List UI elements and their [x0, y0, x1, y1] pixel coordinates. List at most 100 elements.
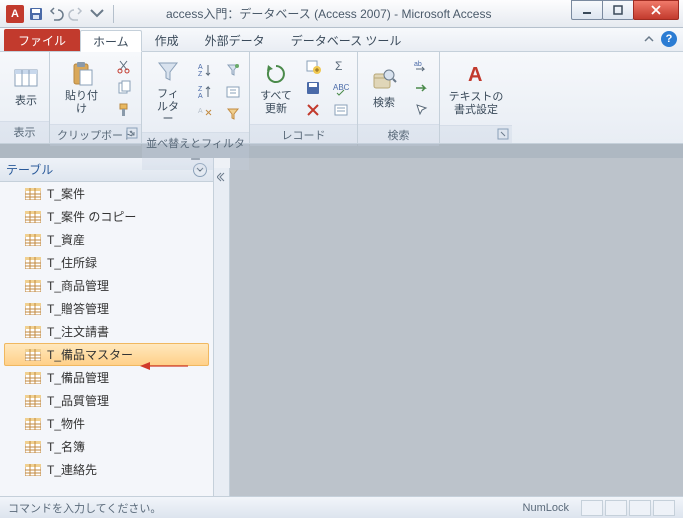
group-records: すべて 更新 Σ ABC レコード — [250, 52, 358, 143]
refresh-all-button[interactable]: すべて 更新 — [256, 58, 296, 117]
format-painter-button[interactable] — [113, 100, 135, 120]
ribbon-tabs: ファイル ホーム 作成 外部データ データベース ツール ? — [0, 28, 683, 52]
help-icon[interactable]: ? — [661, 31, 677, 47]
document-area — [230, 158, 683, 498]
table-icon — [25, 188, 41, 200]
nav-list: T_案件 T_案件 のコピー T_資産 T_住所録 T_商品管理 T_贈答管理 T_注文請書… — [0, 182, 213, 498]
paste-button[interactable]: 貼り付け — [56, 58, 107, 117]
minimize-ribbon-icon[interactable] — [643, 33, 655, 45]
nav-item[interactable]: T_資産 — [4, 228, 209, 251]
minimize-button[interactable] — [571, 0, 603, 20]
new-record-button[interactable] — [302, 56, 324, 76]
svg-text:ab: ab — [414, 61, 422, 68]
dialog-launcher-icon[interactable] — [126, 127, 138, 139]
dialog-launcher-icon[interactable] — [497, 128, 509, 140]
status-numlock: NumLock — [523, 502, 569, 514]
cut-button[interactable] — [113, 56, 135, 76]
toggle-filter-button[interactable] — [222, 104, 244, 124]
svg-text:Z: Z — [198, 86, 203, 93]
separator — [113, 5, 114, 23]
table-icon — [25, 395, 41, 407]
nav-item-label: T_商品管理 — [47, 277, 109, 294]
redo-icon[interactable] — [68, 6, 84, 22]
tab-create[interactable]: 作成 — [142, 29, 192, 51]
view-shortcut-3[interactable] — [629, 500, 651, 516]
window-controls — [572, 0, 679, 20]
text-format-icon: A — [462, 61, 490, 89]
view-shortcut-2[interactable] — [605, 500, 627, 516]
save-icon[interactable] — [28, 6, 44, 22]
close-button[interactable] — [633, 0, 679, 20]
filter-button[interactable]: フィルター — [148, 56, 188, 128]
nav-item[interactable]: T_案件 — [4, 182, 209, 205]
nav-item[interactable]: T_物件 — [4, 412, 209, 435]
navigation-pane: テーブル T_案件T_案件 のコピーT_資産T_住所録T_商品管理T_贈答管理T… — [0, 158, 214, 498]
nav-item-label: T_連絡先 — [47, 461, 97, 478]
nav-item[interactable]: T_商品管理 — [4, 274, 209, 297]
more-records-button[interactable] — [330, 100, 352, 120]
goto-button[interactable] — [410, 78, 432, 98]
table-icon — [25, 280, 41, 292]
nav-item[interactable]: T_住所録 — [4, 251, 209, 274]
status-bar: コマンドを入力してください。 NumLock — [0, 496, 683, 518]
nav-collapse-gutter[interactable] — [214, 168, 230, 508]
view-shortcut-4[interactable] — [653, 500, 675, 516]
nav-item-label: T_品質管理 — [47, 392, 109, 409]
view-shortcut-1[interactable] — [581, 500, 603, 516]
maximize-button[interactable] — [602, 0, 634, 20]
ribbon: 表示 表示 貼り付け クリップボード フィルター AZ — [0, 52, 683, 144]
nav-item[interactable]: T_連絡先 — [4, 458, 209, 481]
sort-desc-button[interactable]: ZA — [194, 82, 216, 102]
nav-item[interactable]: T_品質管理 — [4, 389, 209, 412]
nav-item-label: T_資産 — [47, 231, 85, 248]
nav-item-label: T_備品マスター — [47, 346, 133, 363]
find-icon — [370, 67, 398, 95]
refresh-label: すべて 更新 — [260, 90, 292, 115]
nav-item[interactable]: T_贈答管理 — [4, 297, 209, 320]
table-icon — [25, 326, 41, 338]
file-tab[interactable]: ファイル — [4, 29, 80, 51]
nav-item[interactable]: T_注文請書 — [4, 320, 209, 343]
undo-icon[interactable] — [48, 6, 64, 22]
title-bar: A access入門：データベース (Access 2007) - Micros… — [0, 0, 683, 28]
spelling-button[interactable]: ABC — [330, 78, 352, 98]
select-button[interactable] — [410, 100, 432, 120]
tab-database-tools[interactable]: データベース ツール — [278, 29, 415, 51]
table-icon — [25, 441, 41, 453]
nav-item-label: T_案件 — [47, 185, 85, 202]
view-button[interactable]: 表示 — [6, 63, 46, 110]
save-record-button[interactable] — [302, 78, 324, 98]
nav-item[interactable]: T_案件 のコピー — [4, 205, 209, 228]
totals-button[interactable]: Σ — [330, 56, 352, 76]
nav-item-label: T_備品管理 — [47, 369, 109, 386]
nav-item-label: T_名簿 — [47, 438, 85, 455]
tab-external-data[interactable]: 外部データ — [192, 29, 278, 51]
tab-home[interactable]: ホーム — [80, 30, 142, 52]
group-display: 表示 表示 — [0, 52, 50, 143]
quick-access-toolbar — [28, 5, 118, 23]
sort-asc-button[interactable]: AZ — [194, 60, 216, 80]
advanced-filter-button[interactable] — [222, 82, 244, 102]
nav-item[interactable]: T_名簿 — [4, 435, 209, 458]
delete-record-button[interactable] — [302, 100, 324, 120]
svg-text:Z: Z — [198, 71, 203, 78]
nav-item-label: T_案件 のコピー — [47, 208, 136, 225]
nav-item-label: T_注文請書 — [47, 323, 109, 340]
svg-text:A: A — [198, 108, 203, 115]
clear-sort-button[interactable]: A — [194, 104, 216, 124]
status-prompt: コマンドを入力してください。 — [8, 500, 161, 516]
replace-button[interactable]: ab — [410, 56, 432, 76]
selection-filter-button[interactable] — [222, 60, 244, 80]
text-format-label: テキストの 書式設定 — [449, 91, 504, 116]
qat-dropdown-icon[interactable] — [89, 6, 105, 22]
find-button[interactable]: 検索 — [364, 65, 404, 112]
document-band — [0, 144, 683, 158]
group-clipboard: 貼り付け クリップボード — [50, 52, 142, 143]
nav-item-label: T_住所録 — [47, 254, 97, 271]
text-format-button[interactable]: A テキストの 書式設定 — [446, 59, 506, 118]
table-icon — [25, 372, 41, 384]
find-label: 検索 — [373, 97, 395, 110]
group-find: 検索 ab 検索 — [358, 52, 440, 143]
copy-button[interactable] — [113, 78, 135, 98]
table-icon — [25, 257, 41, 269]
